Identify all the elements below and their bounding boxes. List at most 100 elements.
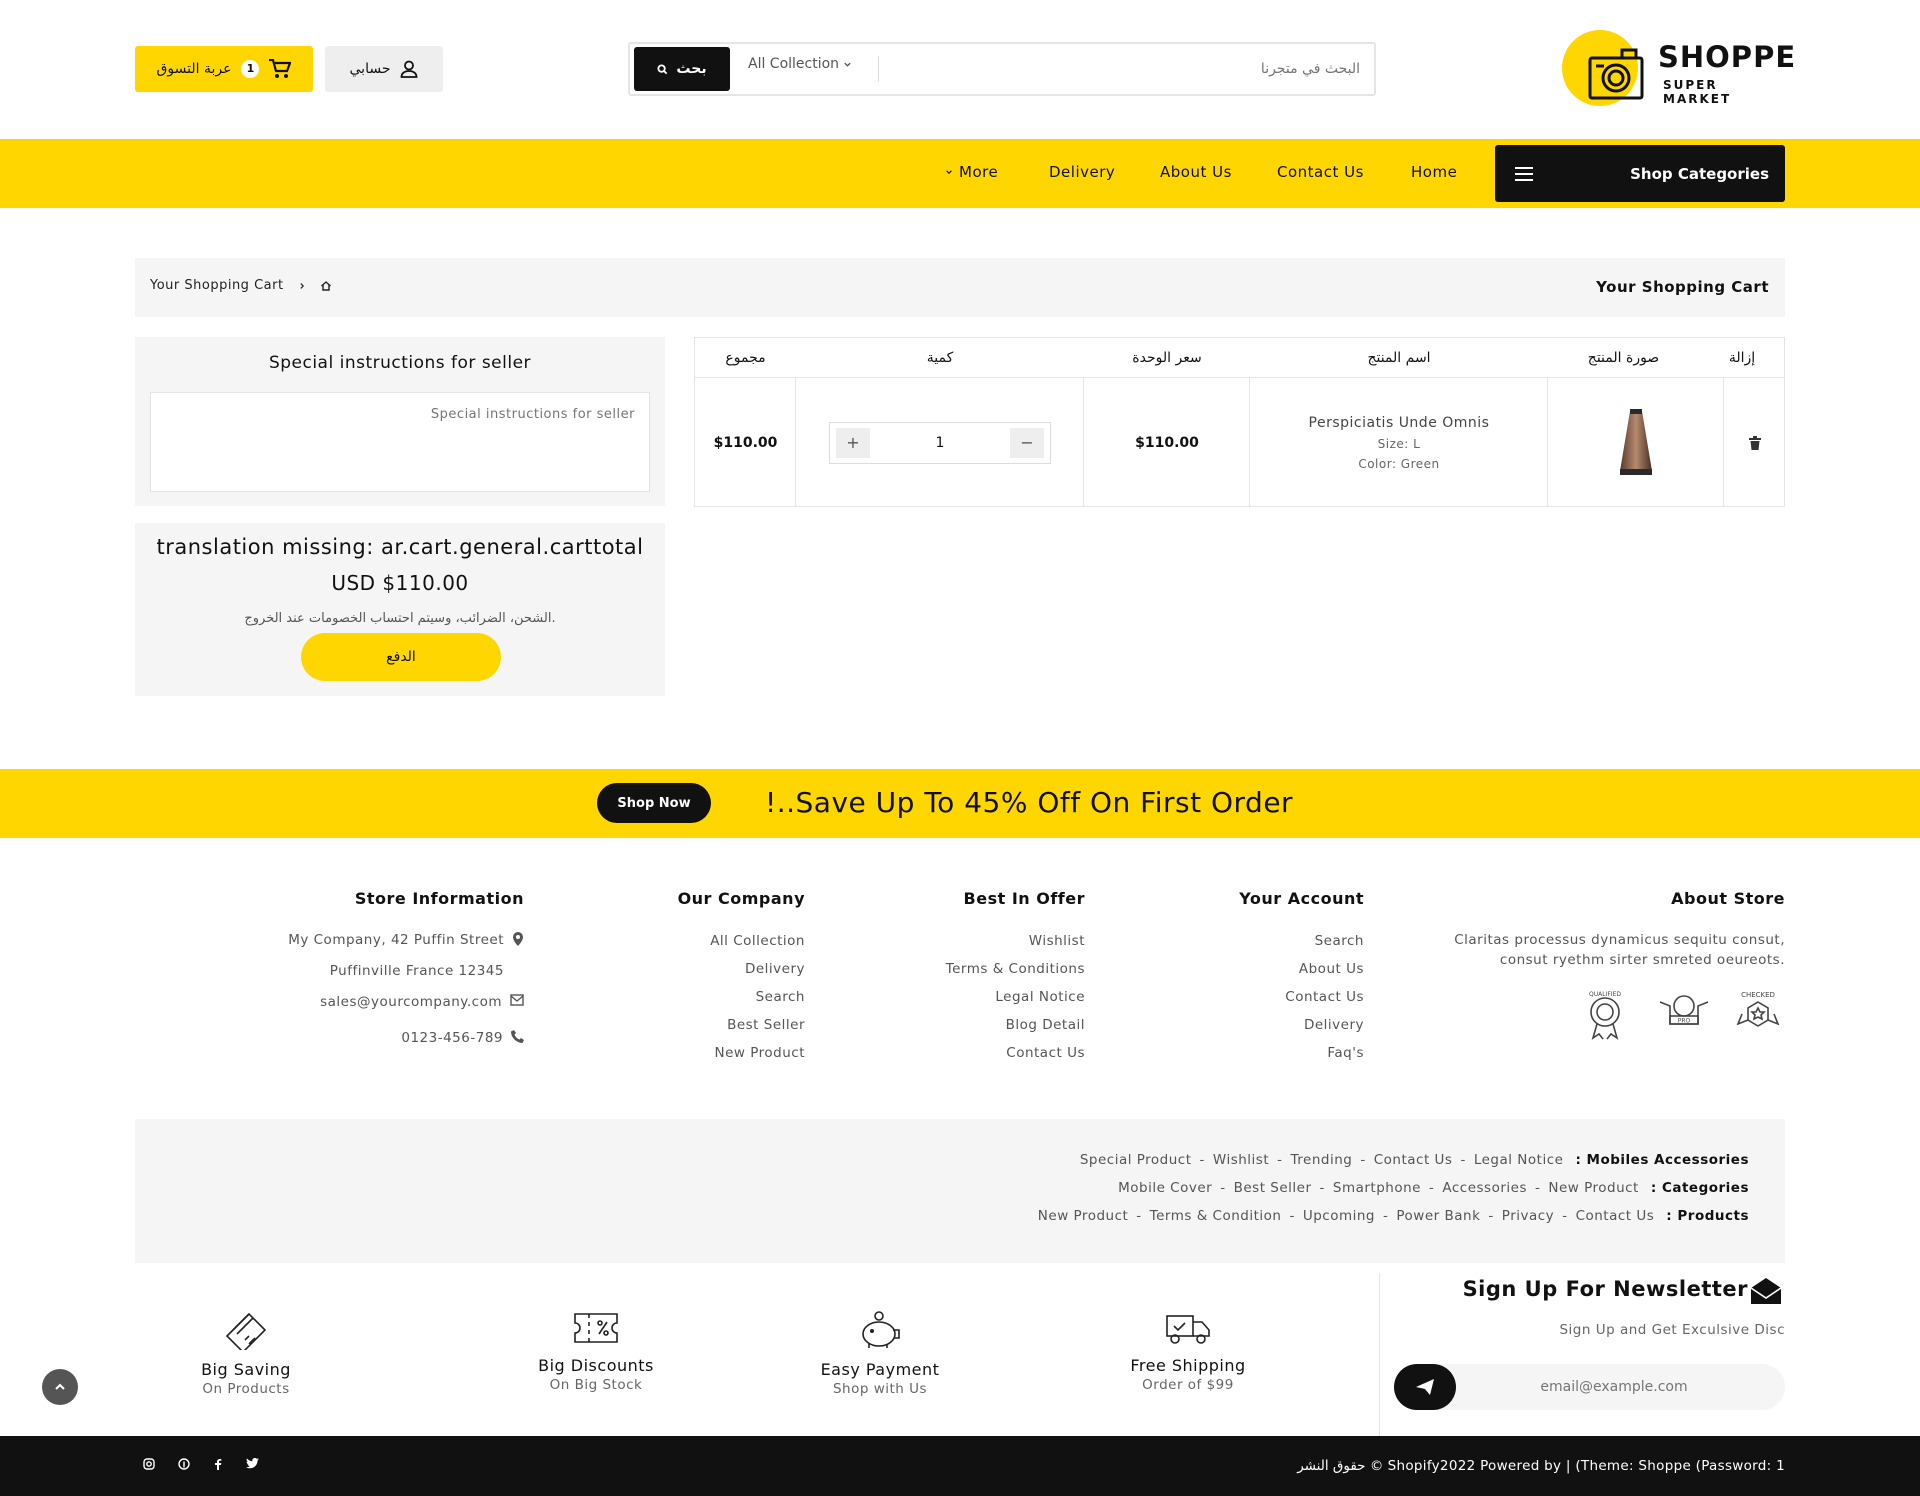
header-remove: إزالة: [1699, 338, 1785, 378]
footer-link[interactable]: Search: [710, 989, 805, 1017]
chevron-up-icon: [54, 1382, 66, 1392]
search-button[interactable]: بحث: [634, 47, 730, 91]
discount-coupon-icon: [573, 1310, 619, 1346]
footer-link[interactable]: New Product: [710, 1045, 805, 1073]
product-name[interactable]: Perspiciatis Unde Omnis: [1309, 415, 1490, 431]
store-phone[interactable]: 0123-456-789: [401, 1030, 503, 1046]
home-icon[interactable]: [320, 280, 332, 292]
search-button-label: بحث: [676, 61, 707, 77]
checkout-button[interactable]: الدفع: [301, 633, 501, 681]
twitter-icon[interactable]: [246, 1458, 259, 1469]
account-label: حسابي: [349, 61, 391, 77]
footer-link[interactable]: Delivery: [710, 961, 805, 989]
links-item[interactable]: Trending: [1291, 1152, 1353, 1168]
links-item[interactable]: Legal Notice: [1474, 1152, 1564, 1168]
instructions-panel: Special instructions for seller: [135, 337, 665, 506]
header-name: اسم المنتج: [1250, 338, 1548, 378]
newsletter-subtitle: Sign Up and Get Exculsive Disc: [1559, 1322, 1785, 1338]
nav-home[interactable]: Home: [1411, 163, 1457, 181]
footer-link[interactable]: All Collection: [710, 933, 805, 961]
chevron-down-icon: [843, 60, 852, 69]
menu-icon: [1515, 166, 1533, 181]
nav-more[interactable]: More: [945, 163, 998, 181]
instagram-icon[interactable]: [143, 1458, 155, 1470]
nav-more-label: More: [959, 163, 999, 181]
shop-now-button[interactable]: Shop Now: [597, 783, 711, 823]
links-item[interactable]: New Product: [1038, 1208, 1129, 1224]
links-item[interactable]: Wishlist: [1213, 1152, 1269, 1168]
links-item[interactable]: Accessories: [1442, 1180, 1527, 1196]
footer-link[interactable]: Wishlist: [946, 933, 1085, 961]
links-item[interactable]: Upcoming: [1303, 1208, 1375, 1224]
checked-badge: CHECKED: [1730, 990, 1786, 1044]
nav-about[interactable]: About Us: [1160, 163, 1232, 181]
links-item[interactable]: Smartphone: [1333, 1180, 1421, 1196]
links-item[interactable]: Privacy: [1502, 1208, 1554, 1224]
instructions-textarea[interactable]: [150, 392, 650, 492]
footer-link[interactable]: Faq's: [1285, 1045, 1364, 1073]
links-item[interactable]: New Product: [1548, 1180, 1639, 1196]
footer-link[interactable]: Search: [1285, 933, 1364, 961]
footer-link[interactable]: Contact Us: [946, 1045, 1085, 1073]
bottom-bar: حقوق النشر © Shopify2022 Powered by | (T…: [0, 1436, 1920, 1496]
trash-icon[interactable]: [1749, 435, 1761, 450]
qualified-badge: QUALIFIED: [1583, 990, 1627, 1044]
links-item[interactable]: Contact Us: [1576, 1208, 1655, 1224]
footer-link[interactable]: Delivery: [1285, 1017, 1364, 1045]
header-image: صورة المنتج: [1548, 338, 1699, 378]
pinterest-icon[interactable]: [178, 1458, 190, 1470]
cart-count-badge: 1: [241, 60, 260, 78]
newsletter-email-input[interactable]: [1464, 1364, 1764, 1410]
quantity-input[interactable]: [874, 427, 1006, 458]
search-input[interactable]: [890, 50, 1360, 88]
camera-icon: [1586, 44, 1646, 104]
links-item[interactable]: Best Seller: [1234, 1180, 1312, 1196]
links-item[interactable]: Contact Us: [1374, 1152, 1453, 1168]
page: SHOPPE SUPER MARKET بحث All Collection ع…: [0, 0, 1920, 1496]
footer-link[interactable]: Legal Notice: [946, 989, 1085, 1017]
links-row-products: New Product - Terms & Condition - Upcoming…: [1037, 1208, 1749, 1224]
links-item[interactable]: Special Product: [1080, 1152, 1192, 1168]
feature-title: Big Saving: [201, 1360, 291, 1379]
decrease-button[interactable]: −: [1010, 427, 1044, 458]
footer-link[interactable]: About Us: [1285, 961, 1364, 989]
piggy-bank-icon: [857, 1310, 903, 1350]
newsletter-submit-button[interactable]: [1394, 1364, 1456, 1410]
product-color: Color: Green: [1358, 456, 1440, 471]
links-item[interactable]: Mobile Cover: [1118, 1180, 1212, 1196]
footer-links-box: Special Product - Wishlist - Trending - Con…: [135, 1119, 1785, 1263]
increase-button[interactable]: +: [836, 427, 870, 458]
promo-text: !..Save Up To 45% Off On First Order: [765, 786, 1294, 819]
links-item[interactable]: Terms & Condition: [1150, 1208, 1282, 1224]
product-image[interactable]: [1614, 407, 1658, 479]
search-bar: بحث All Collection: [628, 42, 1376, 96]
phone-icon: [511, 1030, 524, 1046]
footer-link[interactable]: Terms & Conditions: [946, 961, 1085, 989]
logo-subtitle: SUPER MARKET: [1663, 78, 1732, 106]
facebook-icon[interactable]: [214, 1458, 222, 1470]
feature-big-discounts: Big Discounts On Big Stock: [516, 1310, 676, 1393]
footer-link[interactable]: Best Seller: [710, 1017, 805, 1045]
shop-categories-button[interactable]: Shop Categories: [1495, 145, 1785, 202]
cart-button[interactable]: عربة التسوق 1: [135, 46, 313, 92]
collection-label: All Collection: [748, 56, 840, 72]
nav-contact[interactable]: Contact Us: [1277, 163, 1364, 181]
account-button[interactable]: حسابي: [325, 46, 443, 92]
your-account-title: Your Account: [1239, 889, 1364, 908]
nav-delivery[interactable]: Delivery: [1049, 163, 1115, 181]
store-email[interactable]: sales@yourcompany.com: [320, 994, 502, 1030]
totals-amount: USD $110.00: [331, 571, 469, 595]
credit-card-icon: [223, 1310, 269, 1350]
collection-select[interactable]: All Collection: [748, 56, 852, 72]
user-icon: [400, 60, 418, 78]
name-cell: Perspiciatis Unde Omnis Size: L Color: G…: [1250, 378, 1548, 507]
about-store-title: About Store: [1671, 889, 1785, 908]
links-item[interactable]: Power Bank: [1396, 1208, 1480, 1224]
logo[interactable]: SHOPPE SUPER MARKET: [1562, 30, 1795, 110]
footer-link[interactable]: Contact Us: [1285, 989, 1364, 1017]
footer-link[interactable]: Blog Detail: [946, 1017, 1085, 1045]
our-company-links: All Collection Delivery Search Best Sell…: [710, 933, 805, 1073]
newsletter-divider: [1379, 1273, 1380, 1436]
store-address-row: My Company, 42 Puffin Street: [288, 932, 524, 963]
scroll-to-top-button[interactable]: [42, 1369, 78, 1405]
